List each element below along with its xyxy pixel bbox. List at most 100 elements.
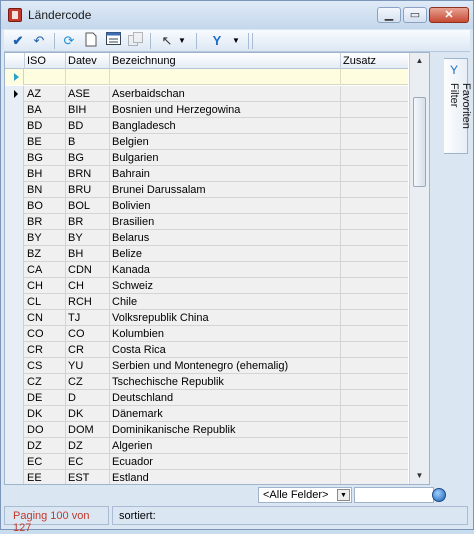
row-selector[interactable] <box>5 246 24 262</box>
cell-datev[interactable]: BOL <box>68 200 90 212</box>
cell-bezeichnung[interactable]: Dänemark <box>112 408 163 420</box>
field-select[interactable]: <Alle Felder> ▼ <box>258 487 352 503</box>
new-document-icon[interactable] <box>82 32 100 50</box>
row-selector[interactable] <box>5 262 24 278</box>
row-selector[interactable] <box>5 342 24 358</box>
filter-icon[interactable]: Y <box>208 32 226 50</box>
table-row[interactable]: DE D Deutschland <box>5 390 408 406</box>
pick-icon[interactable]: ↖ <box>158 32 176 50</box>
row-selector[interactable] <box>5 214 24 230</box>
new-record-row[interactable] <box>5 69 408 85</box>
pick-dropdown-icon[interactable]: ▼ <box>176 32 188 50</box>
cell-iso[interactable]: CR <box>27 344 43 356</box>
cell-bezeichnung[interactable]: Brasilien <box>112 216 154 228</box>
table-row[interactable]: CS YU Serbien und Montenegro (ehemalig) <box>5 358 408 374</box>
cell-datev[interactable]: CR <box>68 344 84 356</box>
row-selector[interactable] <box>5 134 24 150</box>
table-row[interactable]: CZ CZ Tschechische Republik <box>5 374 408 390</box>
table-row[interactable]: CA CDN Kanada <box>5 262 408 278</box>
row-selector[interactable] <box>5 326 24 342</box>
cell-datev[interactable]: CH <box>68 280 84 292</box>
cell-bezeichnung[interactable]: Brunei Darussalam <box>112 184 206 196</box>
cell-datev[interactable]: YU <box>68 360 83 372</box>
row-selector[interactable] <box>5 230 24 246</box>
cell-bezeichnung[interactable]: Bangladesch <box>112 120 176 132</box>
cell-bezeichnung[interactable]: Aserbaidschan <box>112 88 185 100</box>
row-selector[interactable] <box>5 358 24 374</box>
cell-iso[interactable]: CS <box>27 360 42 372</box>
cell-datev[interactable]: DOM <box>68 424 94 436</box>
cell-iso[interactable]: CA <box>27 264 42 276</box>
favoriten-filter-tab[interactable]: Y Favoriten Filter <box>444 58 472 154</box>
table-row[interactable]: BG BG Bulgarien <box>5 150 408 166</box>
cell-bezeichnung[interactable]: Dominikanische Republik <box>112 424 236 436</box>
title-bar[interactable]: Ländercode ▁ ▭ ✕ <box>1 1 473 29</box>
cell-datev[interactable]: BRU <box>68 184 91 196</box>
row-selector[interactable] <box>5 470 24 484</box>
cell-bezeichnung[interactable]: Bahrain <box>112 168 150 180</box>
table-row[interactable]: DZ DZ Algerien <box>5 438 408 454</box>
cell-datev[interactable]: BR <box>68 216 83 228</box>
row-selector[interactable] <box>5 102 24 118</box>
row-selector[interactable] <box>5 118 24 134</box>
table-row[interactable]: CR CR Costa Rica <box>5 342 408 358</box>
table-row[interactable]: EE EST Estland <box>5 470 408 484</box>
chevron-down-icon[interactable]: ▼ <box>337 489 350 501</box>
cell-bezeichnung[interactable]: Estland <box>112 472 149 484</box>
column-header-datev[interactable]: Datev <box>68 55 97 67</box>
row-selector[interactable] <box>5 278 24 294</box>
cell-iso[interactable]: CH <box>27 280 43 292</box>
row-selector[interactable] <box>5 374 24 390</box>
row-selector[interactable] <box>5 150 24 166</box>
cell-iso[interactable]: BO <box>27 200 43 212</box>
table-row[interactable]: BA BIH Bosnien und Herzegowina <box>5 102 408 118</box>
cell-bezeichnung[interactable]: Chile <box>112 296 137 308</box>
cell-datev[interactable]: CDN <box>68 264 92 276</box>
cell-datev[interactable]: EC <box>68 456 83 468</box>
vertical-scrollbar[interactable]: ▲ ▼ <box>409 53 429 484</box>
cell-bezeichnung[interactable]: Ecuador <box>112 456 153 468</box>
cell-bezeichnung[interactable]: Costa Rica <box>112 344 166 356</box>
cell-datev[interactable]: BH <box>68 248 83 260</box>
minimize-button[interactable]: ▁ <box>377 7 401 23</box>
cell-iso[interactable]: BG <box>27 152 43 164</box>
cell-bezeichnung[interactable]: Belize <box>112 248 142 260</box>
table-row[interactable]: BE B Belgien <box>5 134 408 150</box>
cell-iso[interactable]: EC <box>27 456 42 468</box>
cell-datev[interactable]: BD <box>68 120 83 132</box>
cell-iso[interactable]: DE <box>27 392 42 404</box>
scroll-up-icon[interactable]: ▲ <box>410 53 429 69</box>
cell-bezeichnung[interactable]: Belarus <box>112 232 149 244</box>
table-row[interactable]: DO DOM Dominikanische Republik <box>5 422 408 438</box>
table-row[interactable]: BY BY Belarus <box>5 230 408 246</box>
column-header-bezeichnung[interactable]: Bezeichnung <box>112 55 176 67</box>
cell-datev[interactable]: BG <box>68 152 84 164</box>
table-row[interactable]: CH CH Schweiz <box>5 278 408 294</box>
row-selector[interactable] <box>5 438 24 454</box>
cell-bezeichnung[interactable]: Bulgarien <box>112 152 158 164</box>
close-button[interactable]: ✕ <box>429 7 469 23</box>
cell-datev[interactable]: RCH <box>68 296 92 308</box>
copy-icon[interactable] <box>126 32 144 50</box>
cell-iso[interactable]: CZ <box>27 376 42 388</box>
cell-bezeichnung[interactable]: Belgien <box>112 136 149 148</box>
table-row[interactable]: CL RCH Chile <box>5 294 408 310</box>
cell-iso[interactable]: EE <box>27 472 42 484</box>
row-selector[interactable] <box>5 198 24 214</box>
cell-iso[interactable]: BR <box>27 216 42 228</box>
table-row[interactable]: BD BD Bangladesch <box>5 118 408 134</box>
table-row[interactable]: EC EC Ecuador <box>5 454 408 470</box>
cell-iso[interactable]: BN <box>27 184 42 196</box>
cell-bezeichnung[interactable]: Algerien <box>112 440 152 452</box>
cell-bezeichnung[interactable]: Bolivien <box>112 200 151 212</box>
globe-search-icon[interactable] <box>432 488 446 502</box>
table-row[interactable]: BH BRN Bahrain <box>5 166 408 182</box>
cell-iso[interactable]: DK <box>27 408 42 420</box>
cell-bezeichnung[interactable]: Schweiz <box>112 280 153 292</box>
row-selector[interactable] <box>5 390 24 406</box>
cell-iso[interactable]: BD <box>27 120 42 132</box>
cell-datev[interactable]: EST <box>68 472 89 484</box>
table-row[interactable]: CN TJ Volksrepublik China <box>5 310 408 326</box>
refresh-icon[interactable]: ⟳ <box>60 32 78 50</box>
cell-iso[interactable]: CO <box>27 328 44 340</box>
